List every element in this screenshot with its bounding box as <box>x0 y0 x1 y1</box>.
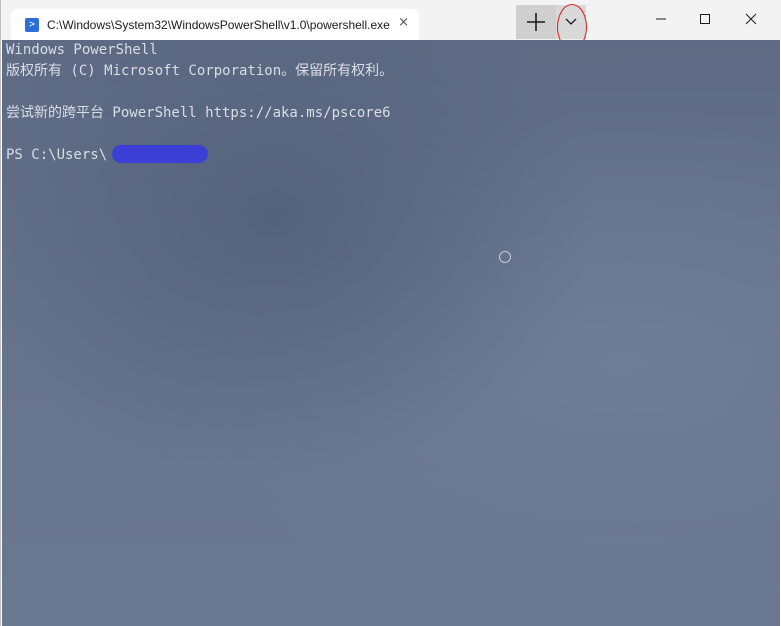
new-tab-button[interactable] <box>516 5 556 39</box>
terminal-window: > C:\Windows\System32\WindowsPowerShell\… <box>0 0 781 626</box>
minimize-button[interactable] <box>638 0 684 38</box>
terminal-pane[interactable]: Windows PowerShell 版权所有 (C) Microsoft Co… <box>2 40 780 626</box>
terminal-line: Windows PowerShell <box>6 42 158 58</box>
minimize-icon <box>656 18 666 20</box>
tab-close-icon[interactable]: × <box>398 15 409 30</box>
powershell-icon: > <box>25 17 39 32</box>
terminal-prompt: PS C:\Users\ <box>6 147 108 163</box>
tab-powershell[interactable]: > C:\Windows\System32\WindowsPowerShell\… <box>11 9 419 40</box>
tab-title: C:\Windows\System32\WindowsPowerShell\v1… <box>47 17 390 32</box>
title-bar[interactable]: > C:\Windows\System32\WindowsPowerShell\… <box>1 0 781 50</box>
close-window-button[interactable] <box>728 0 774 38</box>
terminal-line: 尝试新的跨平台 PowerShell https://aka.ms/pscore… <box>6 105 391 121</box>
busy-cursor-icon <box>499 251 511 263</box>
maximize-button[interactable] <box>682 0 728 38</box>
maximize-icon <box>700 14 710 24</box>
plus-icon <box>527 13 545 31</box>
terminal-line: 版权所有 (C) Microsoft Corporation。保留所有权利。 <box>6 63 394 79</box>
redacted-username <box>112 145 208 163</box>
close-icon <box>745 13 757 25</box>
